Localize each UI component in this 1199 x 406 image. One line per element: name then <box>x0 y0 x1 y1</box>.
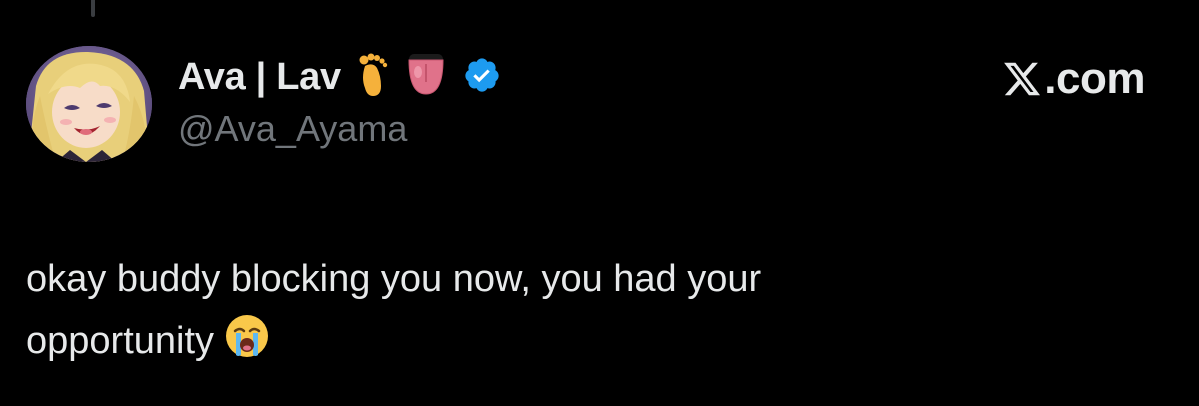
tweet-text-line: opportunity <box>26 310 1126 378</box>
tweet-text-line-content: opportunity <box>26 320 215 362</box>
x-com-brand: .com <box>1002 54 1145 104</box>
brand-domain-label: .com <box>1044 54 1145 103</box>
tweet-text-line: okay buddy blocking you now, you had you… <box>26 258 762 300</box>
author-name-row: Ava | Lav <box>178 52 501 102</box>
tweet-body: okay buddy blocking you now, you had you… <box>26 248 1126 378</box>
thread-connector-line <box>91 0 95 17</box>
author-handle[interactable]: @Ava_Ayama <box>178 108 407 150</box>
x-logo-icon <box>1002 59 1042 99</box>
verified-badge-icon[interactable] <box>463 56 501 99</box>
tweet-header: Ava | Lav @Ava_Ayama .com <box>178 46 1159 156</box>
tongue-emoji-icon <box>403 52 449 103</box>
avatar[interactable] <box>26 46 152 162</box>
author-display-name[interactable]: Ava | Lav <box>178 56 341 99</box>
avatar-image <box>26 46 152 162</box>
loudly-crying-face-emoji-icon <box>224 313 270 378</box>
foot-emoji-icon <box>355 52 389 103</box>
